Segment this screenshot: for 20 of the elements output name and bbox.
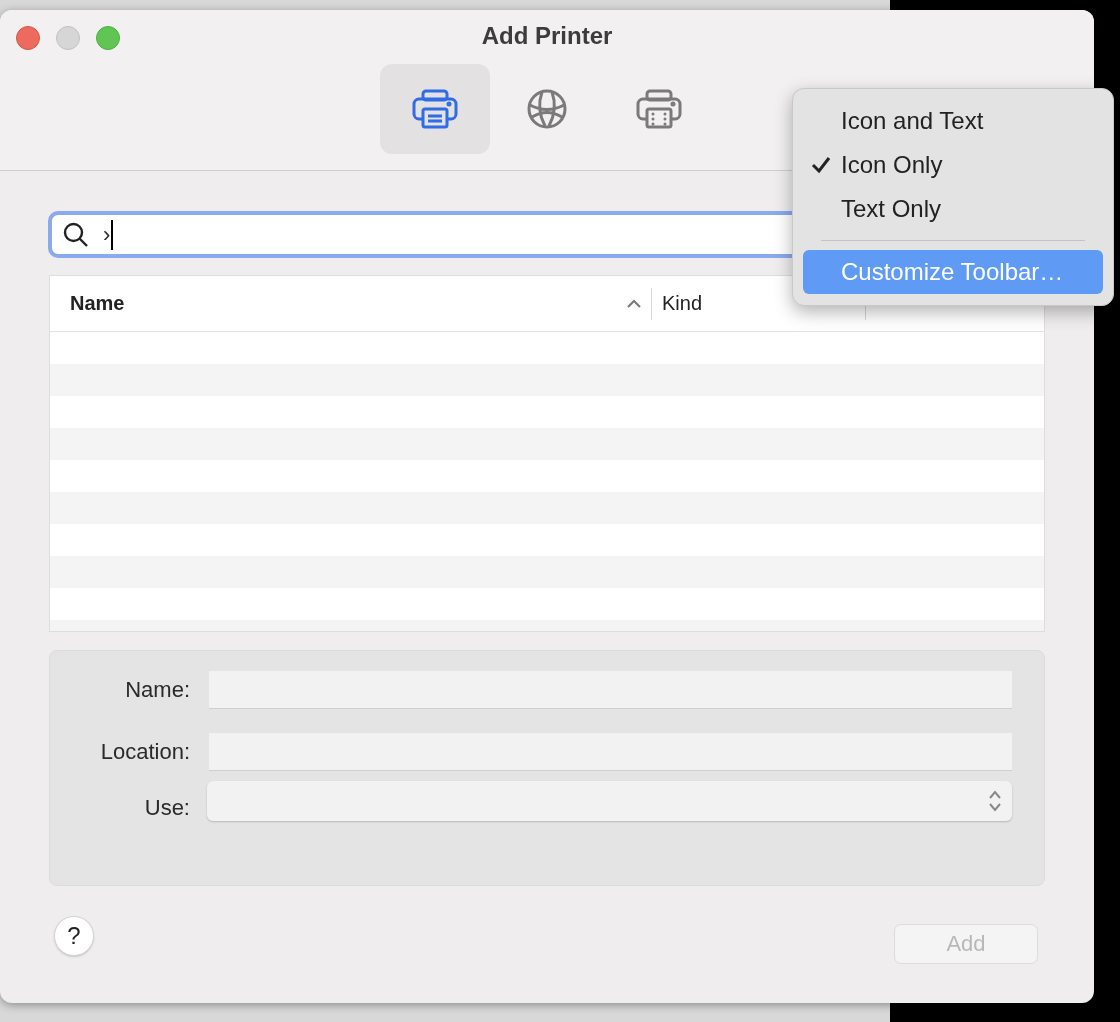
field-label: Location: (99, 739, 190, 765)
minimize-button[interactable] (56, 26, 80, 50)
menu-item[interactable]: Icon Only (803, 143, 1103, 187)
window-title: Add Printer (481, 21, 613, 50)
field-label: Use: (143, 795, 190, 821)
sort-ascending-icon (627, 299, 641, 308)
printer-icon (412, 89, 458, 129)
input-field[interactable] (209, 733, 1012, 771)
globe-icon (526, 88, 568, 130)
field-label: Name: (124, 677, 190, 703)
help-button[interactable]: ? (54, 916, 94, 956)
toolbar-button[interactable] (380, 64, 490, 154)
up-down-chevron-icon (988, 789, 1002, 813)
column-header[interactable]: Name (50, 276, 651, 331)
search-icon (63, 221, 89, 248)
zoom-button[interactable] (96, 26, 120, 50)
menu-item[interactable]: Icon and Text (803, 99, 1103, 143)
fax-printer-icon (636, 89, 682, 129)
input-field[interactable] (209, 671, 1012, 709)
close-button[interactable] (16, 26, 40, 50)
